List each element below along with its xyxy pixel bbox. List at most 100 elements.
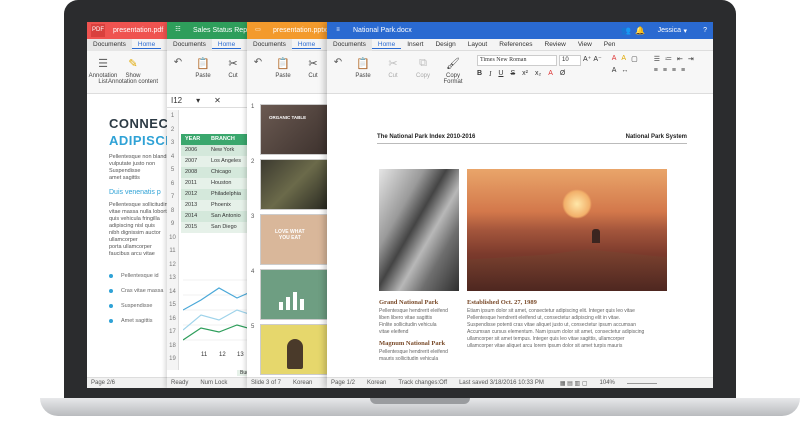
cell-year[interactable]: 2011 [181,178,207,189]
doc-menu-pen[interactable]: Pen [598,41,622,48]
char-spacing-icon[interactable]: ↔ [621,67,628,74]
show-annotation-button[interactable]: ✎ Show Annotation content [108,55,158,86]
column-header-branch[interactable]: BRANCH [207,134,235,145]
user-name[interactable]: Jessica [658,27,681,34]
chevron-down-icon[interactable]: ▾ [683,27,687,35]
sheet-tab-title[interactable]: Sales Status Report [193,27,255,34]
zoom-level[interactable]: 104% [600,380,615,386]
slide-thumbnail-4[interactable] [260,269,328,320]
subscript-icon[interactable]: x₂ [535,70,541,78]
strikethrough-icon[interactable]: S [510,70,515,78]
undo-icon[interactable]: ↶ [251,55,265,69]
slides-menu-documents[interactable]: Documents [247,38,292,51]
undo-icon[interactable]: ↶ [171,55,185,69]
clear-format-icon[interactable]: Ø [560,70,565,78]
cell-year[interactable]: 2006 [181,145,207,156]
doc-titlebar[interactable]: ≡ National Park.docx 👥 🔔 Jessica ▾ ? [327,22,713,39]
row-number[interactable]: 15 [167,299,178,313]
pdf-menu-home[interactable]: Home [131,41,162,49]
doc-tab-title[interactable]: National Park.docx [353,27,412,34]
bullets-icon[interactable]: ☰ [654,55,660,63]
cell-branch[interactable]: San Antonio [207,211,241,222]
font-color-icon[interactable]: A [612,55,617,63]
column-header-year[interactable]: YEAR [181,134,207,145]
font-size-select[interactable]: 10 [559,55,581,66]
slide-thumbnail-5[interactable] [260,324,328,375]
paste-button[interactable]: 📋 Paste [191,55,215,80]
sheet-menu-documents[interactable]: Documents [167,38,212,51]
row-number[interactable]: 4 [167,151,178,165]
doc-menu-documents[interactable]: Documents [327,38,372,51]
row-number[interactable]: 16 [167,313,178,327]
paste-button[interactable]: 📋 Paste [351,55,375,80]
chevron-down-icon[interactable]: ▾ [196,96,200,105]
help-icon[interactable]: ? [703,27,707,34]
slide-thumbnail-2[interactable] [260,159,328,210]
indent-icon[interactable]: ⇥ [688,55,694,63]
cell-year[interactable]: 2013 [181,200,207,211]
cut-button[interactable]: ✂ Cut [221,55,245,80]
cut-button[interactable]: ✂ Cut [381,55,405,80]
row-number[interactable]: 12 [167,259,178,273]
doc-menu-review[interactable]: Review [539,41,572,48]
copy-button[interactable]: ⧉ Copy [411,55,435,80]
slides-menu-home[interactable]: Home [291,41,322,49]
view-mode-icons[interactable]: ▦ ▤ ▥ ▢ [560,380,588,387]
doc-menu-design[interactable]: Design [429,41,461,48]
cell-year[interactable]: 2014 [181,211,207,222]
slide-thumbnail-1[interactable]: ORGANIC TABLE [260,104,328,155]
cell-branch[interactable]: Los Angeles [207,156,241,167]
shrink-font-icon[interactable]: A⁻ [593,55,601,66]
doc-menu-insert[interactable]: Insert [401,41,429,48]
sheet-menu-home[interactable]: Home [211,41,242,49]
row-number[interactable]: 6 [167,178,178,192]
superscript-icon[interactable]: x² [522,70,528,78]
row-number[interactable]: 10 [167,232,178,246]
row-number[interactable]: 18 [167,340,178,354]
cell-branch[interactable]: New York [207,145,234,156]
notification-icon[interactable]: 🔔 [635,26,645,35]
cancel-icon[interactable]: ✕ [214,96,221,105]
doc-menu-layout[interactable]: Layout [462,41,494,48]
cell-year[interactable]: 2007 [181,156,207,167]
outdent-icon[interactable]: ⇤ [677,55,683,63]
row-number[interactable]: 3 [167,137,178,151]
doc-menu-home[interactable]: Home [371,41,402,49]
slide-thumbnail-3[interactable]: LOVE WHAT YOU EAT [260,214,328,265]
align-left-icon[interactable]: ≡ [654,67,658,74]
row-number[interactable]: 19 [167,353,178,367]
font-family-select[interactable]: Times New Roman [477,55,557,66]
row-number[interactable]: 8 [167,205,178,219]
cell-year[interactable]: 2015 [181,222,207,233]
undo-icon[interactable]: ↶ [331,55,345,69]
row-number[interactable]: 9 [167,218,178,232]
zoom-slider[interactable] [626,382,657,384]
row-number[interactable]: 13 [167,272,178,286]
text-effect-icon[interactable]: A [612,67,617,74]
row-number[interactable]: 5 [167,164,178,178]
doc-window[interactable]: ≡ National Park.docx 👥 🔔 Jessica ▾ ? Doc… [327,22,713,388]
users-icon[interactable]: 👥 [621,26,631,35]
cell-branch[interactable]: Philadelphia [207,189,241,200]
highlight-icon[interactable]: A [548,70,553,78]
row-number[interactable]: 11 [167,245,178,259]
pdf-menu-documents[interactable]: Documents [87,38,132,51]
align-right-icon[interactable]: ≡ [672,67,676,74]
row-number[interactable]: 7 [167,191,178,205]
bold-icon[interactable]: B [477,70,482,78]
cut-button[interactable]: ✂ Cut [301,55,325,80]
doc-menu-references[interactable]: References [493,41,538,48]
copy-format-button[interactable]: 🖌 Copy Format [441,55,465,86]
align-center-icon[interactable]: ≡ [663,67,667,74]
cell-branch[interactable]: Chicago [207,167,231,178]
paste-button[interactable]: 📋 Paste [271,55,295,80]
border-icon[interactable]: ▢ [631,55,638,63]
cell-branch[interactable]: Houston [207,178,232,189]
cell-year[interactable]: 2008 [181,167,207,178]
row-number[interactable]: 2 [167,124,178,138]
row-number[interactable]: 17 [167,326,178,340]
cell-branch[interactable]: Phoenix [207,200,231,211]
row-number[interactable]: 1 [167,110,178,124]
canyon-photo[interactable] [379,169,459,291]
cell-branch[interactable]: San Diego [207,222,237,233]
